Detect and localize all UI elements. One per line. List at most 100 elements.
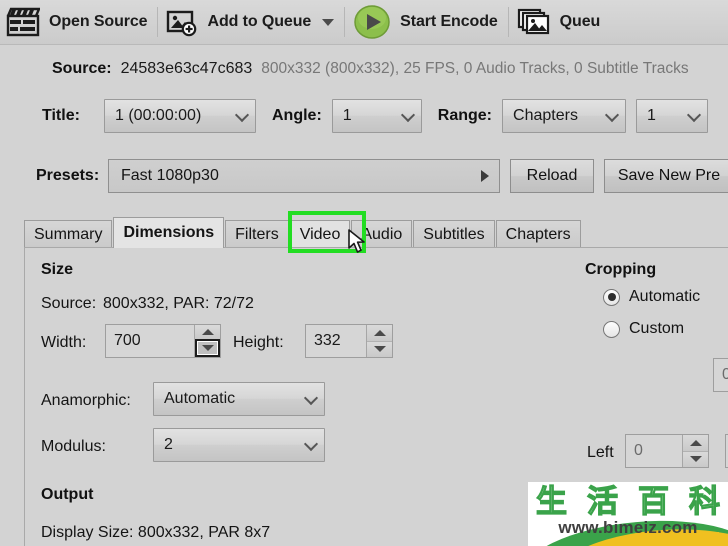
width-increment-button[interactable] xyxy=(195,325,220,339)
chevron-down-icon xyxy=(686,107,702,123)
crop-left-value[interactable]: 0 xyxy=(626,435,682,467)
add-image-icon xyxy=(166,7,198,37)
toolbar-separator-2 xyxy=(344,7,346,37)
preset-selected-value: Fast 1080p30 xyxy=(121,167,219,184)
crop-left-decrement-button[interactable] xyxy=(683,450,708,467)
watermark: 生 活 百 科 www.bimeiz.com NOW xyxy=(528,482,728,546)
chevron-down-icon xyxy=(303,436,319,452)
height-spinner-buttons xyxy=(366,325,392,357)
width-label: Width: xyxy=(41,334,87,351)
width-value[interactable]: 700 xyxy=(106,325,194,357)
tab-subtitles-label: Subtitles xyxy=(423,225,485,243)
height-increment-button[interactable] xyxy=(367,325,392,341)
watermark-chinese-text: 生 活 百 科 xyxy=(535,483,720,520)
radio-unselected-icon xyxy=(603,320,620,338)
presets-row: Presets: Fast 1080p30 Reload Save New Pr… xyxy=(0,158,728,194)
radio-selected-icon xyxy=(603,288,620,306)
crop-left-increment-button[interactable] xyxy=(683,435,708,451)
title-select[interactable]: 1 (00:00:00) xyxy=(104,99,256,133)
anamorphic-label: Anamorphic: xyxy=(41,392,131,409)
crop-left-spinner-buttons xyxy=(682,435,708,467)
watermark-char-3: 百 xyxy=(637,483,669,520)
chevron-down-icon xyxy=(234,107,250,123)
reload-button[interactable]: Reload xyxy=(510,159,594,193)
tab-dimensions[interactable]: Dimensions xyxy=(113,217,225,248)
watermark-corner-text: NOW xyxy=(685,529,720,544)
watermark-char-1: 生 xyxy=(535,483,567,520)
source-name: 24583e63c47c683 xyxy=(120,60,253,77)
size-source-label: Source: xyxy=(41,295,97,312)
angle-label: Angle: xyxy=(272,107,322,124)
start-encode-button[interactable]: Start Encode xyxy=(347,0,506,45)
triangle-right-icon xyxy=(481,170,489,182)
tab-strip: Summary Dimensions Filters Video Audio S… xyxy=(24,217,582,248)
tab-filters[interactable]: Filters xyxy=(225,220,289,248)
arrow-down-icon xyxy=(689,456,702,463)
width-spinner-buttons xyxy=(194,325,220,357)
height-decrement-button[interactable] xyxy=(367,340,392,357)
cropping-group-title: Cropping xyxy=(585,261,657,278)
arrow-up-icon xyxy=(689,439,702,446)
height-label: Height: xyxy=(233,334,284,351)
handbrake-window: Open Source Add to Queue Start Encode Qu… xyxy=(0,0,728,546)
range-select-value: Chapters xyxy=(513,107,578,124)
arrow-down-icon xyxy=(373,346,386,353)
tab-video[interactable]: Video xyxy=(289,220,351,248)
source-row: Source: 24583e63c47c683 800x332 (800x332… xyxy=(0,52,728,86)
cropping-automatic-radio[interactable]: Automatic xyxy=(603,288,700,306)
range-select[interactable]: Chapters xyxy=(502,99,627,133)
arrow-up-icon xyxy=(201,329,214,335)
width-decrement-button[interactable] xyxy=(195,339,220,357)
crop-top-value[interactable]: 0 xyxy=(714,359,728,391)
modulus-label: Modulus: xyxy=(41,438,106,455)
add-to-queue-button[interactable]: Add to Queue xyxy=(160,0,342,45)
save-new-preset-button[interactable]: Save New Pre xyxy=(604,159,728,193)
modulus-select[interactable]: 2 xyxy=(153,428,325,462)
toolbar-separator-1 xyxy=(157,7,159,37)
clapperboard-icon xyxy=(6,7,40,37)
watermark-char-2: 活 xyxy=(586,483,618,520)
tab-filters-label: Filters xyxy=(235,225,279,243)
range-label: Range: xyxy=(437,107,493,124)
title-select-value: 1 (00:00:00) xyxy=(115,107,202,124)
tab-video-label: Video xyxy=(299,225,341,243)
queue-label: Queu xyxy=(559,13,601,30)
open-source-label: Open Source xyxy=(49,13,148,30)
crop-left-spinner[interactable]: 0 xyxy=(625,434,709,468)
presets-label: Presets: xyxy=(36,167,100,184)
angle-select[interactable]: 1 xyxy=(331,99,422,133)
preset-dropdown[interactable]: Fast 1080p30 xyxy=(108,159,500,193)
watermark-char-4: 科 xyxy=(688,483,720,520)
start-encode-label: Start Encode xyxy=(400,13,498,30)
crop-top-spinner[interactable]: 0 xyxy=(713,358,728,392)
tab-summary[interactable]: Summary xyxy=(24,220,113,248)
tab-audio[interactable]: Audio xyxy=(351,220,413,248)
size-source-value: 800x332, PAR: 72/72 xyxy=(103,295,254,312)
anamorphic-select[interactable]: Automatic xyxy=(153,382,325,416)
open-source-button[interactable]: Open Source xyxy=(0,0,155,45)
cropping-custom-label: Custom xyxy=(629,320,685,337)
crop-left-label: Left xyxy=(587,444,614,461)
source-label: Source: xyxy=(52,60,112,77)
chevron-down-icon xyxy=(303,390,319,406)
size-group-title: Size xyxy=(41,261,74,278)
cropping-automatic-label: Automatic xyxy=(629,288,701,305)
anamorphic-value: Automatic xyxy=(164,390,236,407)
stacked-images-icon xyxy=(517,7,551,37)
queue-button[interactable]: Queu xyxy=(511,0,609,45)
tab-subtitles[interactable]: Subtitles xyxy=(413,220,495,248)
chevron-down-icon[interactable] xyxy=(322,18,335,26)
tab-dimensions-label: Dimensions xyxy=(123,224,215,241)
cropping-custom-radio[interactable]: Custom xyxy=(603,320,684,338)
chapter-start-select[interactable]: 1 xyxy=(636,99,709,133)
arrow-down-icon xyxy=(201,345,214,351)
play-icon xyxy=(353,5,391,39)
toolbar-separator-3 xyxy=(507,7,509,37)
tab-chapters[interactable]: Chapters xyxy=(495,220,581,248)
chevron-down-icon xyxy=(400,107,415,123)
height-spinner[interactable]: 332 xyxy=(305,324,393,358)
output-group-title: Output xyxy=(41,486,94,503)
height-value[interactable]: 332 xyxy=(306,325,366,357)
tab-audio-label: Audio xyxy=(361,225,403,243)
width-spinner[interactable]: 700 xyxy=(105,324,221,358)
